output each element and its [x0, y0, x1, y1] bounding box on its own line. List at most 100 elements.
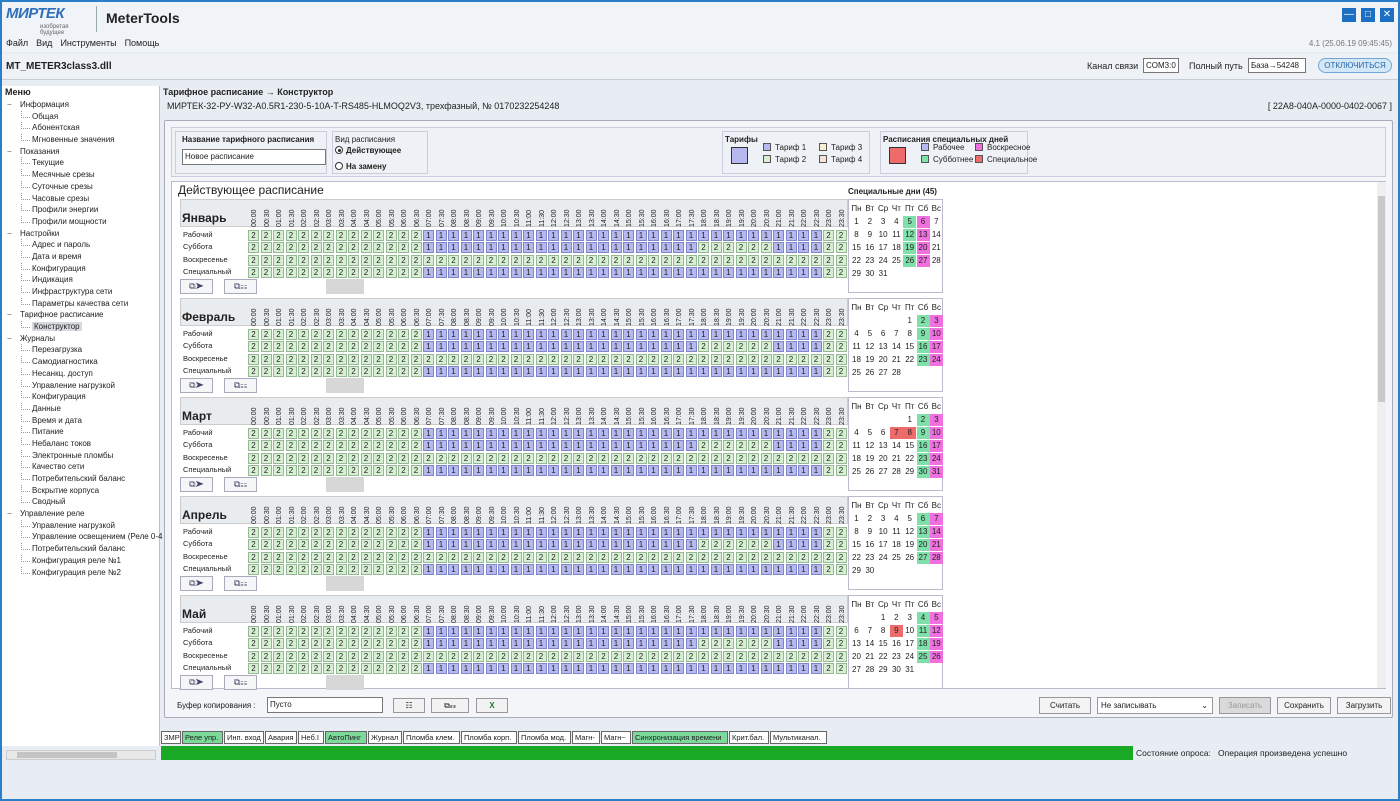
- menu-item[interactable]: Дата и время: [6, 250, 163, 263]
- calendar-day[interactable]: 4: [850, 427, 863, 439]
- write-button[interactable]: Записать: [1219, 697, 1271, 714]
- tariff-cell[interactable]: 1: [735, 329, 747, 340]
- tariff-cell[interactable]: 2: [323, 453, 334, 464]
- calendar-day[interactable]: 4: [890, 513, 903, 525]
- tariff-cell[interactable]: 2: [748, 242, 759, 253]
- calendar-day[interactable]: 13: [877, 440, 890, 452]
- calendar-day[interactable]: 27: [850, 664, 863, 676]
- tariff-cell[interactable]: 2: [798, 354, 809, 365]
- tariff-cell[interactable]: 1: [423, 242, 434, 253]
- tariff-cell[interactable]: 1: [473, 329, 484, 340]
- tariff-cell[interactable]: 2: [248, 626, 259, 637]
- tariff-cell[interactable]: 2: [660, 255, 672, 266]
- calendar-day[interactable]: 14: [863, 638, 876, 650]
- tariff-cell[interactable]: 1: [448, 564, 459, 575]
- tariff-cell[interactable]: 2: [323, 341, 334, 352]
- tariff-cell[interactable]: 2: [735, 539, 747, 550]
- tariff-cell[interactable]: 1: [523, 428, 534, 439]
- calendar-day[interactable]: 3: [903, 612, 916, 624]
- tariff-cell[interactable]: 2: [248, 453, 259, 464]
- tariff-cell[interactable]: 2: [560, 255, 572, 266]
- tariff-cell[interactable]: 2: [598, 651, 609, 662]
- tariff-cell[interactable]: 2: [335, 453, 347, 464]
- calendar-day[interactable]: 22: [850, 552, 863, 564]
- tariff-cell[interactable]: 1: [685, 341, 697, 352]
- tariff-cell[interactable]: 1: [560, 465, 572, 476]
- tariff-cell[interactable]: 1: [448, 626, 459, 637]
- menu-item[interactable]: Суточные срезы: [6, 180, 163, 193]
- tariff-cell[interactable]: 2: [385, 564, 397, 575]
- tariff-cell[interactable]: 2: [310, 626, 322, 637]
- tariff-cell[interactable]: 2: [585, 255, 597, 266]
- menu-view[interactable]: Вид: [36, 36, 52, 50]
- tariff-cell[interactable]: 1: [773, 440, 784, 451]
- tariff-cell[interactable]: 2: [310, 267, 322, 278]
- tariff-cell[interactable]: 2: [723, 242, 734, 253]
- tariff-cell[interactable]: 1: [485, 230, 497, 241]
- tariff-cell[interactable]: 2: [748, 453, 759, 464]
- tariff-cell[interactable]: 1: [585, 440, 597, 451]
- tariff-cell[interactable]: 1: [623, 626, 634, 637]
- tariff-cell[interactable]: 1: [648, 267, 659, 278]
- tariff-cell[interactable]: 1: [510, 626, 522, 637]
- tariff-cell[interactable]: 1: [735, 465, 747, 476]
- tariff-cell[interactable]: 1: [773, 539, 784, 550]
- tariff-cell[interactable]: 1: [610, 465, 622, 476]
- tariff-cell[interactable]: 2: [760, 341, 772, 352]
- tariff-cell[interactable]: 2: [410, 255, 422, 266]
- tariff-cell[interactable]: 2: [260, 366, 272, 377]
- tariff-cell[interactable]: 1: [598, 465, 609, 476]
- tariff-cell[interactable]: 1: [685, 465, 697, 476]
- tariff-cell[interactable]: 1: [498, 539, 509, 550]
- tariff-cell[interactable]: 2: [373, 242, 384, 253]
- tariff-cell[interactable]: 2: [348, 465, 359, 476]
- tariff-cell[interactable]: 2: [335, 564, 347, 575]
- menu-item[interactable]: Конфигурация: [6, 391, 163, 403]
- tariff-cell[interactable]: 2: [360, 230, 372, 241]
- tariff-cell[interactable]: 2: [410, 552, 422, 563]
- tariff-cell[interactable]: 2: [510, 453, 522, 464]
- tariff-cell[interactable]: 2: [373, 564, 384, 575]
- tariff-cell[interactable]: 2: [710, 255, 722, 266]
- tariff-cell[interactable]: 2: [323, 638, 334, 649]
- tariff-cell[interactable]: 1: [635, 564, 647, 575]
- calendar-day[interactable]: 18: [916, 638, 930, 650]
- tariff-cell[interactable]: 2: [835, 552, 847, 563]
- tariff-cell[interactable]: 1: [773, 329, 784, 340]
- calendar-day[interactable]: 7: [863, 625, 876, 637]
- calendar-day[interactable]: 14: [890, 440, 903, 452]
- tariff-cell[interactable]: 1: [785, 428, 797, 439]
- tariff-cell[interactable]: 1: [660, 440, 672, 451]
- excel-export-icon[interactable]: X: [476, 698, 508, 713]
- tariff-cell[interactable]: 1: [673, 638, 684, 649]
- tariff-cell[interactable]: 1: [460, 366, 472, 377]
- tariff-cell[interactable]: 1: [648, 564, 659, 575]
- tariff-cell[interactable]: 1: [810, 626, 822, 637]
- tariff-cell[interactable]: 2: [385, 626, 397, 637]
- calendar-day[interactable]: 9: [916, 427, 930, 439]
- tariff-cell[interactable]: 1: [623, 366, 634, 377]
- tariff-cell[interactable]: 1: [610, 440, 622, 451]
- tariff-cell[interactable]: 1: [435, 230, 447, 241]
- tariff-cell[interactable]: 2: [785, 255, 797, 266]
- tariff-cell[interactable]: 2: [448, 255, 459, 266]
- tariff-cell[interactable]: 2: [785, 453, 797, 464]
- tariff-cell[interactable]: 2: [285, 230, 297, 241]
- tariff-cell[interactable]: 1: [635, 242, 647, 253]
- tariff-cell[interactable]: 1: [423, 230, 434, 241]
- tariff-cell[interactable]: 1: [635, 341, 647, 352]
- tariff-cell[interactable]: 2: [248, 552, 259, 563]
- menu-item[interactable]: Конструктор: [6, 321, 163, 333]
- tariff-cell[interactable]: 2: [823, 267, 834, 278]
- tariff-cell[interactable]: 2: [773, 651, 784, 662]
- tariff-cell[interactable]: 2: [410, 366, 422, 377]
- tariff-cell[interactable]: 1: [535, 527, 547, 538]
- tariff-cell[interactable]: 2: [535, 453, 547, 464]
- tariff-cell[interactable]: 2: [748, 255, 759, 266]
- calendar-day[interactable]: 20: [850, 651, 863, 663]
- tariff-cell[interactable]: 1: [785, 638, 797, 649]
- calendar-day[interactable]: 28: [863, 664, 876, 676]
- tariff-cell[interactable]: 1: [573, 242, 584, 253]
- tariff-cell[interactable]: 2: [335, 626, 347, 637]
- tariff-3[interactable]: Тариф 3: [819, 143, 862, 152]
